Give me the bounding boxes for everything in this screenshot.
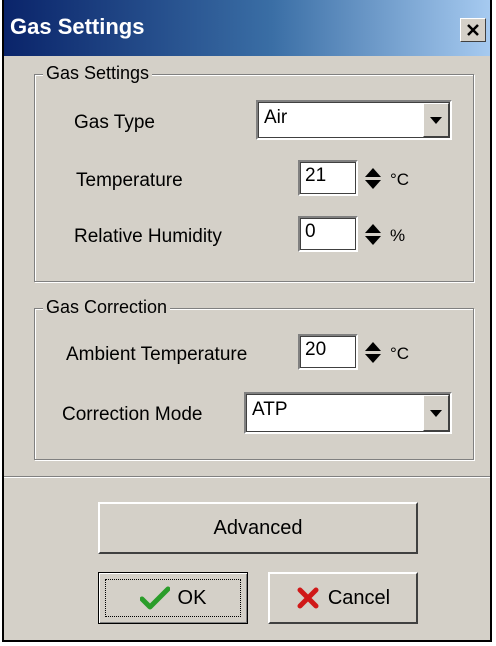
relative-humidity-unit: % (390, 226, 406, 245)
correction-mode-dropdown[interactable]: ATP (244, 392, 452, 434)
cancel-button-label: Cancel (327, 586, 391, 609)
chevron-down-icon (430, 116, 442, 124)
gas-type-label: Gas Type (74, 112, 155, 133)
gas-type-dropdown[interactable]: Air (256, 100, 452, 140)
correction-mode-label: Correction Mode (62, 404, 203, 425)
gas-correction-group: Gas Correction (34, 297, 474, 460)
temperature-unit: °C (390, 170, 410, 189)
relative-humidity-value: 0 (305, 221, 316, 242)
temperature-spinner[interactable] (362, 160, 384, 196)
spin-down-icon[interactable] (365, 235, 381, 245)
close-icon (467, 24, 479, 36)
gas-type-value: Air (264, 107, 288, 128)
chevron-down-icon (430, 409, 442, 417)
spin-up-icon[interactable] (365, 167, 381, 177)
advanced-button[interactable]: Advanced (98, 502, 418, 554)
ambient-temperature-unit: °C (390, 344, 410, 363)
spin-up-icon[interactable] (365, 341, 381, 351)
spin-down-icon[interactable] (365, 353, 381, 363)
relative-humidity-label: Relative Humidity (74, 226, 222, 247)
spin-down-icon[interactable] (365, 179, 381, 189)
ambient-temperature-input[interactable]: 20 (298, 334, 358, 370)
temperature-input[interactable]: 21 (298, 160, 358, 196)
cross-icon (297, 587, 319, 609)
gas-correction-legend: Gas Correction (43, 297, 171, 318)
ambient-temperature-spinner[interactable] (362, 334, 384, 370)
window-title: Gas Settings (10, 14, 145, 39)
gas-type-dropdown-button[interactable] (423, 103, 449, 137)
ambient-temperature-label: Ambient Temperature (66, 344, 248, 365)
ok-button[interactable]: OK (98, 572, 248, 624)
ambient-temperature-value: 20 (305, 339, 327, 360)
close-button[interactable] (460, 18, 486, 42)
checkmark-icon (139, 586, 170, 610)
cancel-button[interactable]: Cancel (268, 572, 418, 624)
correction-mode-dropdown-button[interactable] (423, 395, 449, 431)
relative-humidity-input[interactable]: 0 (298, 216, 358, 252)
title-bar[interactable]: Gas Settings (4, 0, 490, 56)
temperature-label: Temperature (76, 170, 183, 191)
spin-up-icon[interactable] (365, 223, 381, 233)
advanced-button-label: Advanced (213, 516, 303, 539)
correction-mode-value: ATP (252, 399, 288, 420)
ok-button-label: OK (177, 586, 207, 609)
gas-settings-dialog: Gas Settings Gas Settings Gas Type Air T… (2, 0, 492, 642)
gas-settings-legend: Gas Settings (43, 63, 153, 84)
relative-humidity-spinner[interactable] (362, 216, 384, 252)
separator (4, 476, 490, 478)
temperature-value: 21 (305, 165, 327, 186)
